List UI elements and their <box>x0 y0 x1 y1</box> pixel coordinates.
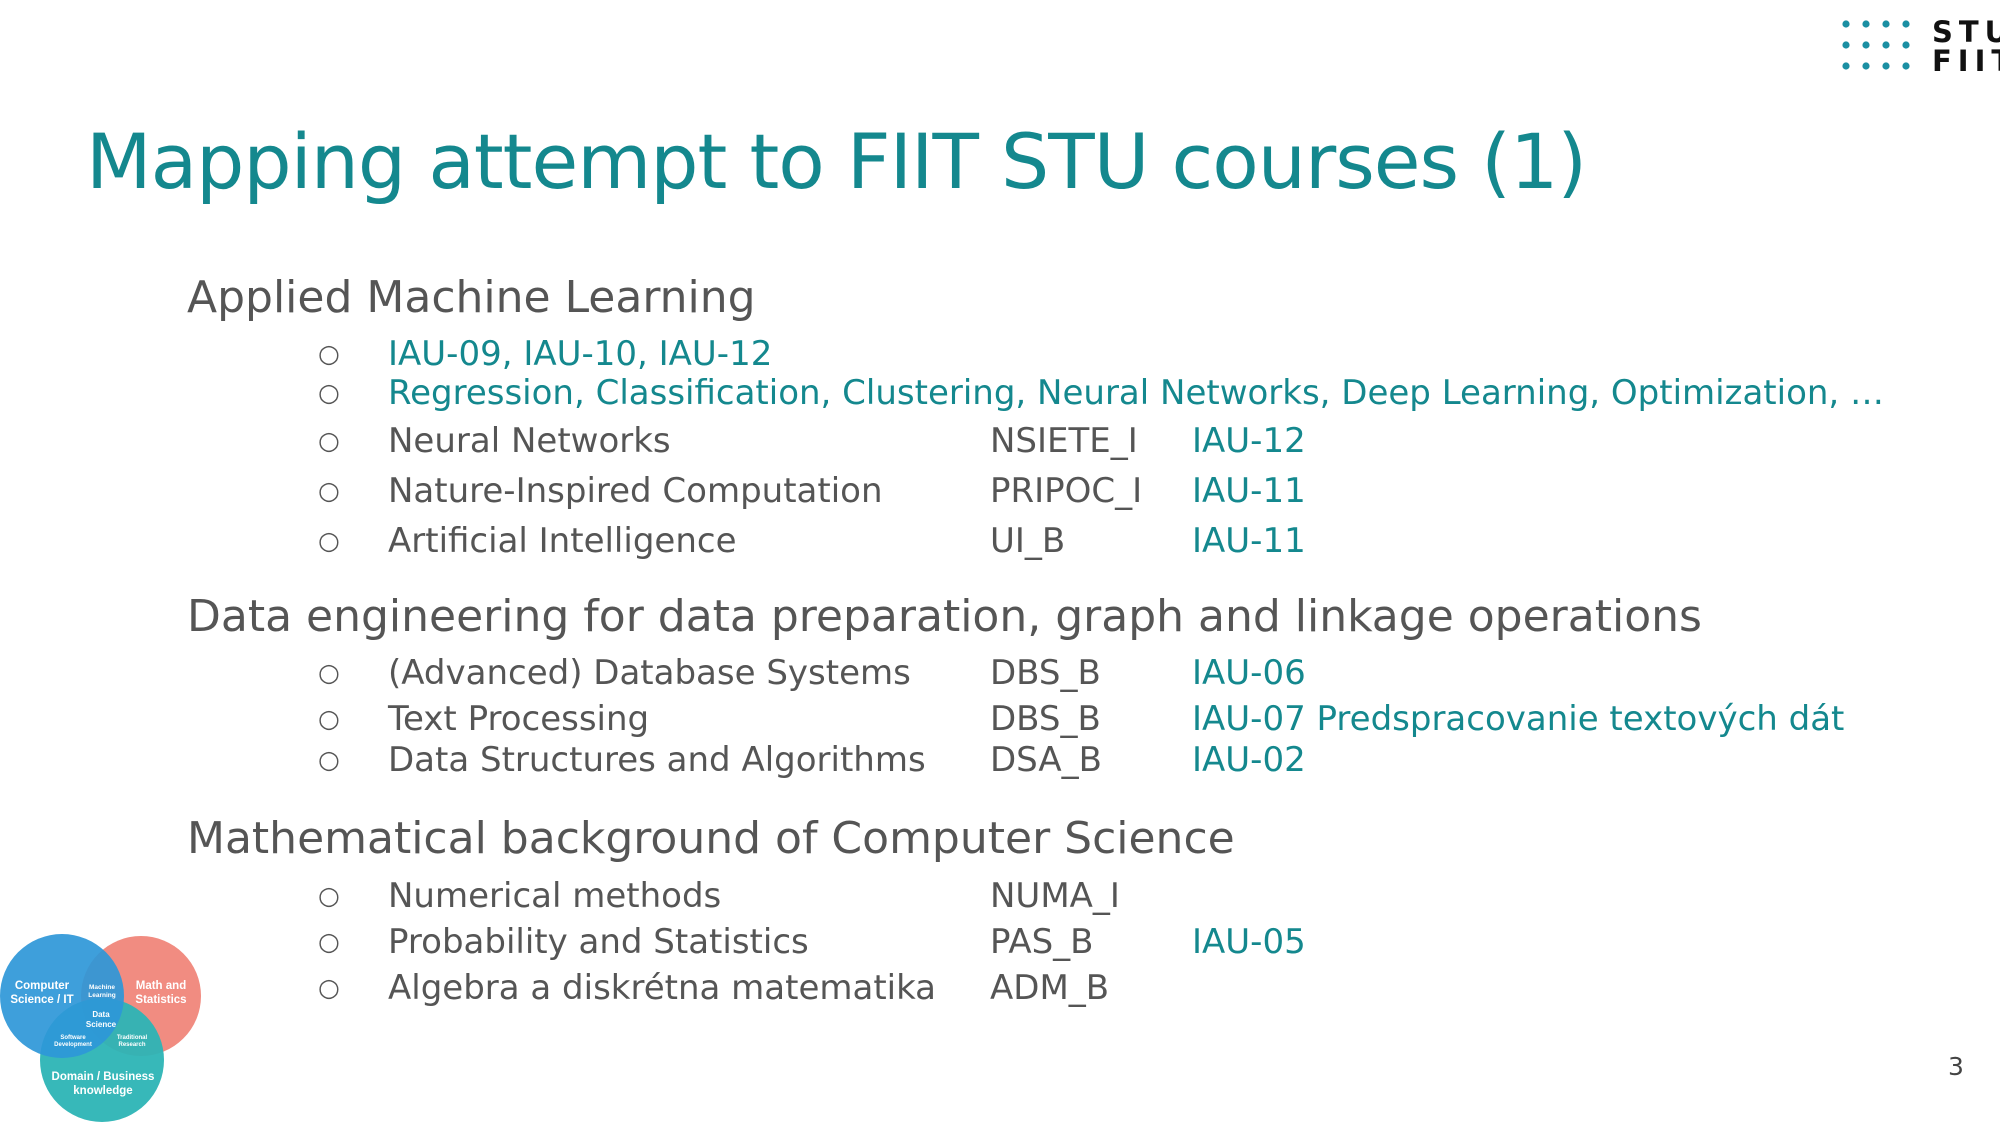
course-iau-ref: IAU-06 <box>1192 653 1306 693</box>
page-number: 3 <box>1948 1052 1964 1081</box>
bullet-icon: ○ <box>318 881 340 910</box>
logo-line-fiit: FIIT <box>1932 44 2000 78</box>
stu-fiit-logo: STU FIIT <box>1840 18 2000 78</box>
section-heading-math-background: Mathematical background of Computer Scie… <box>187 813 1235 864</box>
venn-label-tr-1: Traditional <box>117 1035 148 1041</box>
venn-label-ds-1: Data <box>92 1010 110 1019</box>
venn-label-ml-1: Machine <box>89 984 115 991</box>
course-name: Data Structures and Algorithms <box>388 740 926 780</box>
course-iau-ref: IAU-11 <box>1192 471 1306 511</box>
slide-title: Mapping attempt to FIIT STU courses (1) <box>86 117 1587 206</box>
course-code: PRIPOC_I <box>990 471 1143 511</box>
course-code: DBS_B <box>990 699 1101 739</box>
venn-label-ds-2: Science <box>86 1020 117 1029</box>
bullet-icon: ○ <box>318 973 340 1002</box>
course-iau-ref: IAU-05 <box>1192 922 1306 962</box>
course-name: Probability and Statistics <box>388 922 809 962</box>
note-iau-list: IAU-09, IAU-10, IAU-12 <box>388 334 773 374</box>
course-iau-ref: IAU-11 <box>1192 521 1306 561</box>
course-name: Neural Networks <box>388 421 671 461</box>
course-name: Text Processing <box>388 699 650 739</box>
bullet-icon: ○ <box>318 339 340 368</box>
section-heading-data-engineering: Data engineering for data preparation, g… <box>187 591 1702 642</box>
course-name: Numerical methods <box>388 876 722 916</box>
logo-wordmark: STU FIIT <box>1932 18 2000 76</box>
course-name: Nature-Inspired Computation <box>388 471 883 511</box>
bullet-icon: ○ <box>318 658 340 687</box>
venn-label-math-2: Statistics <box>135 994 186 1006</box>
venn-label-sd-2: Development <box>54 1042 92 1048</box>
logo-line-stu: STU <box>1932 15 2000 49</box>
bullet-icon: ○ <box>318 378 340 407</box>
bullet-icon: ○ <box>318 426 340 455</box>
course-code: NSIETE_I <box>990 421 1138 461</box>
course-code: DSA_B <box>990 740 1102 780</box>
data-science-venn-diagram: Computer Science / IT Math and Statistic… <box>0 934 201 1122</box>
course-code: NUMA_I <box>990 876 1120 916</box>
course-iau-ref: IAU-02 <box>1192 740 1306 780</box>
bullet-icon: ○ <box>318 476 340 505</box>
venn-label-cs-1: Computer <box>15 980 70 992</box>
venn-label-domain-1: Domain / Business <box>52 1071 155 1083</box>
venn-label-cs-2: Science / IT <box>10 994 73 1006</box>
course-name: Algebra a diskrétna matematika <box>388 968 937 1008</box>
bullet-icon: ○ <box>318 704 340 733</box>
bullet-icon: ○ <box>318 745 340 774</box>
course-iau-ref: IAU-12 <box>1192 421 1306 461</box>
course-name: (Advanced) Database Systems <box>388 653 911 693</box>
venn-label-math-1: Math and <box>136 980 186 992</box>
logo-dot-grid-icon <box>1842 20 1910 70</box>
venn-label-sd-1: Software <box>60 1035 86 1041</box>
course-name: Artificial Intelligence <box>388 521 737 561</box>
bullet-icon: ○ <box>318 927 340 956</box>
note-topics: Regression, Classification, Clustering, … <box>388 373 1885 413</box>
course-code: UI_B <box>990 521 1066 561</box>
venn-label-tr-2: Research <box>118 1042 145 1048</box>
section-heading-applied-ml: Applied Machine Learning <box>187 272 756 323</box>
bullet-icon: ○ <box>318 526 340 555</box>
venn-label-ml-2: Learning <box>88 992 115 999</box>
course-code: PAS_B <box>990 922 1094 962</box>
course-code: ADM_B <box>990 968 1110 1008</box>
course-iau-ref: IAU-07 Predspracovanie textových dát <box>1192 699 1845 739</box>
course-code: DBS_B <box>990 653 1101 693</box>
venn-label-domain-2: knowledge <box>73 1085 132 1097</box>
